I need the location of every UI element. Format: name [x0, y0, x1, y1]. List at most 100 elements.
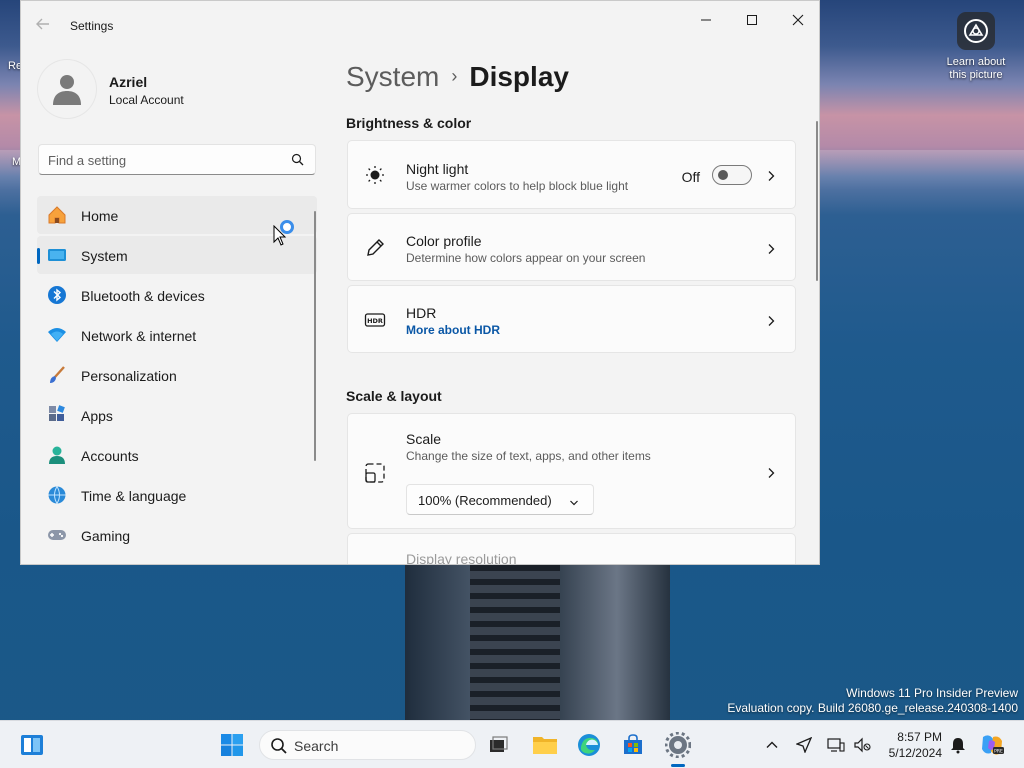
display-resolution-card[interactable]: Display resolution [347, 533, 796, 564]
search-placeholder: Find a setting [48, 153, 127, 168]
avatar[interactable] [37, 59, 97, 119]
night-light-title: Night light [406, 161, 469, 177]
taskbar-search-label: Search [294, 738, 339, 754]
sidebar-item-label: Home [81, 208, 119, 224]
copilot-button[interactable]: PRE [976, 729, 1008, 761]
gear-icon [665, 732, 691, 758]
taskbar-clock[interactable]: 8:57 PM 5/12/2024 [880, 729, 942, 761]
sidebar-item-gaming[interactable]: Gaming [37, 516, 317, 554]
file-explorer-button[interactable] [529, 729, 561, 761]
task-view-button[interactable] [482, 729, 514, 761]
night-light-toggle[interactable] [712, 165, 752, 185]
minimize-icon [701, 19, 711, 21]
personalization-icon [47, 365, 67, 385]
taskbar-search[interactable]: Search [259, 730, 476, 760]
sidebar-item-label: Network & internet [81, 328, 197, 344]
apps-icon [47, 405, 67, 425]
search-icon[interactable] [291, 153, 304, 171]
sidebar-item-bluetooth[interactable]: Bluetooth & devices [37, 276, 317, 314]
hdr-icon: HDR [364, 309, 386, 331]
edge-button[interactable] [573, 729, 605, 761]
breadcrumb-separator: › [451, 66, 458, 86]
sidebar-item-personalization[interactable]: Personalization [37, 356, 317, 394]
close-button[interactable] [775, 5, 819, 35]
edge-browser-icon [578, 734, 600, 756]
night-light-card[interactable]: Night light Use warmer colors to help bl… [347, 140, 796, 209]
color-profile-card[interactable]: Color profile Determine how colors appea… [347, 213, 796, 281]
color-profile-subtitle: Determine how colors appear on your scre… [406, 251, 646, 265]
scale-subtitle: Change the size of text, apps, and other… [406, 449, 651, 463]
toggle-knob [718, 170, 728, 180]
location-tray-button[interactable] [788, 729, 820, 761]
settings-window: Settings Azriel Local Account Find a set… [20, 0, 820, 565]
location-arrow-icon [796, 737, 812, 753]
section-title-scale-layout: Scale & layout [346, 388, 442, 404]
back-arrow-icon[interactable] [35, 16, 51, 32]
display-network-icon [827, 738, 845, 752]
scale-card[interactable]: Scale Change the size of text, apps, and… [347, 413, 796, 529]
widgets-icon [21, 735, 43, 755]
section-title-brightness: Brightness & color [346, 115, 472, 131]
accounts-icon [47, 445, 67, 465]
speaker-muted-icon [854, 737, 871, 753]
watermark-line: Evaluation copy. Build 26080.ge_release.… [727, 701, 1018, 715]
sidebar-item-time-language[interactable]: Time & language [37, 476, 317, 514]
bell-icon [951, 738, 965, 754]
sidebar-item-label: Bluetooth & devices [81, 288, 205, 304]
taskbar: Search 8:57 PM 5/12/2024 PRE [0, 720, 1024, 768]
minimize-button[interactable] [683, 5, 729, 35]
sidebar-item-network[interactable]: Network & internet [37, 316, 317, 354]
sidebar-scrollbar[interactable] [314, 211, 316, 461]
volume-tray-button[interactable] [846, 729, 878, 761]
hdr-card[interactable]: HDR HDR More about HDR [347, 285, 796, 353]
breadcrumb-parent[interactable]: System [346, 61, 439, 92]
scale-dropdown[interactable]: 100% (Recommended) [406, 484, 594, 515]
content-scrollbar[interactable] [816, 121, 818, 281]
chevron-right-icon[interactable] [765, 242, 777, 254]
sidebar-item-label: Personalization [81, 368, 177, 384]
network-icon [47, 325, 67, 345]
chevron-right-icon[interactable] [765, 314, 777, 326]
chevron-right-icon[interactable] [765, 169, 777, 181]
maximize-button[interactable] [729, 5, 775, 35]
settings-taskbar-button[interactable] [662, 729, 694, 761]
spotlight-label: Learn about this picture [946, 56, 1006, 81]
store-bag-icon [624, 734, 642, 754]
title-bar[interactable]: Settings [21, 1, 819, 49]
notification-button[interactable] [942, 729, 974, 761]
watermark-line: Windows 11 Pro Insider Preview [846, 686, 1018, 700]
time-language-icon [47, 485, 67, 505]
sidebar-item-accounts[interactable]: Accounts [37, 436, 317, 474]
show-hidden-icons-button[interactable] [756, 729, 788, 761]
sidebar-item-label: Gaming [81, 528, 131, 544]
chevron-right-icon[interactable] [765, 466, 777, 478]
breadcrumb: System › Display [346, 61, 569, 93]
folder-icon [533, 737, 557, 754]
maximize-icon [747, 15, 757, 25]
sidebar-item-label: Time & language [81, 488, 187, 504]
user-account-type: Local Account [109, 93, 184, 107]
task-view-icon [490, 736, 508, 752]
mouse-pointer-icon [273, 224, 287, 252]
start-button[interactable] [216, 729, 248, 761]
settings-search-input[interactable]: Find a setting [38, 144, 316, 175]
night-light-icon [364, 164, 386, 186]
windows-logo-icon [221, 734, 243, 756]
scale-dropdown-value: 100% (Recommended) [418, 493, 552, 508]
active-app-indicator [671, 764, 685, 767]
store-button[interactable] [617, 729, 649, 761]
chevron-up-icon [766, 741, 778, 748]
system-icon [47, 245, 67, 265]
more-about-hdr-link[interactable]: More about HDR [406, 323, 500, 337]
user-name[interactable]: Azriel [109, 74, 147, 90]
widgets-button[interactable] [16, 729, 48, 761]
scale-icon [364, 462, 386, 484]
sidebar-item-label: Apps [81, 408, 113, 424]
gaming-icon [47, 525, 67, 545]
spotlight-button[interactable]: Learn about this picture [940, 12, 1012, 82]
window-title: Settings [70, 19, 114, 33]
svg-text:HDR: HDR [367, 317, 383, 325]
sidebar-item-label: System [81, 248, 128, 264]
sidebar-item-apps[interactable]: Apps [37, 396, 317, 434]
copilot-icon: PRE [982, 735, 1004, 755]
